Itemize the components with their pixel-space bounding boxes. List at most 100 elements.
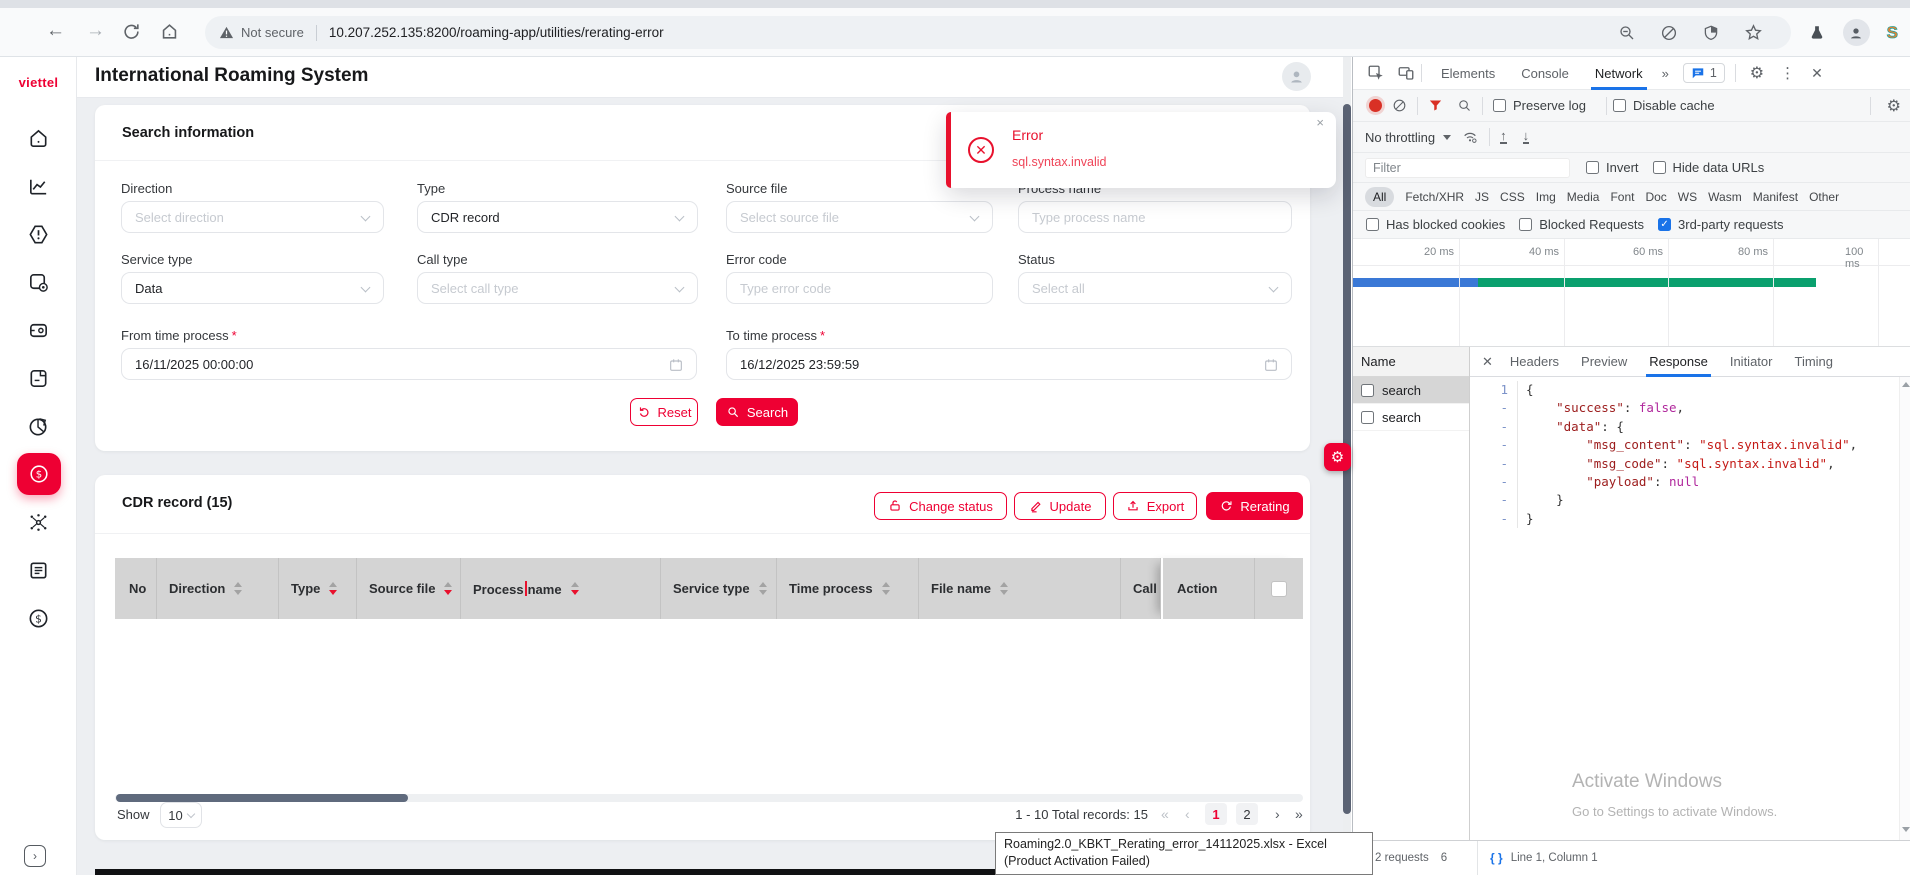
request-row-search[interactable]: search [1353, 404, 1469, 431]
forward-icon[interactable]: → [86, 20, 105, 42]
resource-filter-all[interactable]: All [1365, 187, 1394, 207]
sidebar-alert-icon[interactable] [0, 223, 77, 246]
url-bar[interactable]: Not secure 10.207.252.135:8200/roaming-a… [205, 16, 1791, 49]
device-toolbar-icon[interactable] [1397, 64, 1415, 82]
sidebar-collapse-button[interactable]: › [24, 845, 46, 867]
resource-filter-css[interactable]: CSS [1500, 190, 1525, 204]
column-header-service-type[interactable]: Service type [661, 558, 777, 619]
more-tabs-icon[interactable]: » [1662, 57, 1669, 90]
url-text[interactable]: 10.207.252.135:8200/roaming-app/utilitie… [329, 25, 664, 40]
shield-icon[interactable] [1702, 24, 1720, 42]
extension-flask-icon[interactable] [1808, 24, 1826, 42]
resource-filter-font[interactable]: Font [1610, 190, 1634, 204]
sidebar-document-icon[interactable] [0, 367, 77, 390]
preserve-log-checkbox[interactable] [1493, 99, 1506, 112]
resource-filter-manifest[interactable]: Manifest [1753, 190, 1798, 204]
clear-icon[interactable] [1392, 98, 1407, 113]
scrollbar-thumb[interactable] [116, 794, 408, 802]
prev-page-button[interactable]: ‹ [1185, 806, 1190, 822]
import-har-icon[interactable]: ↑ [1500, 130, 1507, 144]
network-filter-input[interactable] [1365, 158, 1570, 178]
column-header-process-name[interactable]: Processname [461, 558, 661, 619]
column-header-direction[interactable]: Direction [157, 558, 279, 619]
sort-icons[interactable] [759, 582, 767, 595]
resource-filter-wasm[interactable]: Wasm [1708, 190, 1742, 204]
error-code-input[interactable]: Type error code [726, 272, 993, 304]
next-page-button[interactable]: › [1275, 806, 1280, 822]
back-icon[interactable]: ← [46, 20, 65, 42]
change-status-button[interactable]: Change status [874, 492, 1007, 520]
network-conditions-icon[interactable] [1461, 129, 1479, 145]
resource-filter-ws[interactable]: WS [1678, 190, 1697, 204]
from-time-input[interactable]: 16/11/2025 00:00:00 [121, 348, 697, 380]
sidebar-revenue-icon[interactable]: $ [0, 607, 77, 630]
toast-close-icon[interactable]: × [1316, 115, 1324, 130]
sidebar-home-icon[interactable] [0, 127, 77, 150]
user-avatar[interactable] [1282, 62, 1311, 91]
column-header-checkbox[interactable] [1255, 558, 1303, 619]
sort-icons[interactable] [444, 582, 452, 595]
status-select[interactable]: Select all [1018, 272, 1292, 304]
browser-profile-avatar[interactable] [1843, 19, 1870, 46]
request-checkbox[interactable] [1361, 384, 1374, 397]
column-header-source-file[interactable]: Source file [357, 558, 461, 619]
detail-tab-timing[interactable]: Timing [1794, 347, 1833, 377]
selenium-extension-icon[interactable]: S [1887, 23, 1898, 43]
sidebar-wallet-icon[interactable] [0, 319, 77, 342]
record-icon[interactable] [1369, 99, 1382, 112]
type-select[interactable]: CDR record [417, 201, 698, 233]
has-blocked-cookies-checkbox[interactable] [1366, 218, 1379, 231]
devtools-tab-console[interactable]: Console [1521, 57, 1569, 90]
page-1-button[interactable]: 1 [1205, 803, 1227, 825]
blocked-requests-checkbox[interactable] [1519, 218, 1532, 231]
page-2-button[interactable]: 2 [1236, 803, 1258, 825]
resource-filter-fetch-xhr[interactable]: Fetch/XHR [1405, 190, 1464, 204]
sidebar-disc-icon[interactable] [0, 415, 77, 438]
resource-filter-doc[interactable]: Doc [1645, 190, 1666, 204]
request-row-search[interactable]: search [1353, 377, 1469, 404]
column-header-action[interactable]: Action [1163, 558, 1255, 619]
devtools-tab-network[interactable]: Network [1595, 57, 1643, 90]
sort-icons[interactable] [234, 582, 242, 595]
column-header-time-process[interactable]: Time process [777, 558, 919, 619]
response-scrollbar[interactable] [1899, 377, 1910, 840]
export-button[interactable]: Export [1113, 492, 1197, 520]
resource-filter-js[interactable]: JS [1475, 190, 1489, 204]
resource-filter-other[interactable]: Other [1809, 190, 1839, 204]
bookmark-star-icon[interactable] [1744, 23, 1763, 42]
horizontal-scrollbar[interactable] [115, 794, 1303, 802]
kebab-menu-icon[interactable]: ⋮ [1780, 64, 1795, 82]
column-header-type[interactable]: Type [279, 558, 357, 619]
sidebar-report-icon[interactable] [0, 559, 77, 582]
devtools-tab-elements[interactable]: Elements [1441, 57, 1495, 90]
sort-icons[interactable] [571, 582, 579, 595]
update-button[interactable]: Update [1014, 492, 1106, 520]
to-time-input[interactable]: 16/12/2025 23:59:59 [726, 348, 1292, 380]
sort-icons[interactable] [329, 582, 337, 595]
calendar-icon[interactable] [1263, 357, 1279, 373]
sort-icons[interactable] [882, 582, 890, 595]
first-page-button[interactable]: « [1161, 806, 1169, 822]
last-page-button[interactable]: » [1295, 806, 1303, 822]
resource-filter-img[interactable]: Img [1536, 190, 1556, 204]
inspect-element-icon[interactable] [1367, 64, 1385, 82]
reset-button[interactable]: Reset [630, 398, 698, 426]
floating-settings-button[interactable]: ⚙ [1324, 443, 1351, 471]
network-search-icon[interactable] [1457, 98, 1472, 113]
process-name-input[interactable]: Type process name [1018, 201, 1292, 233]
requests-name-header[interactable]: Name [1353, 347, 1469, 377]
content-blocked-icon[interactable] [1660, 24, 1678, 42]
devtools-close-icon[interactable]: ✕ [1811, 65, 1823, 82]
rerating-button[interactable]: Rerating [1206, 492, 1303, 520]
detail-tab-initiator[interactable]: Initiator [1730, 347, 1773, 377]
search-button[interactable]: Search [716, 398, 798, 426]
detail-tab-preview[interactable]: Preview [1581, 347, 1627, 377]
devtools-settings-icon[interactable]: ⚙ [1750, 63, 1764, 83]
hide-data-urls-checkbox[interactable] [1653, 161, 1666, 174]
calendar-icon[interactable] [668, 357, 684, 373]
scroll-down-icon[interactable] [1902, 827, 1910, 832]
service-type-select[interactable]: Data [121, 272, 384, 304]
zoom-out-icon[interactable] [1618, 24, 1636, 42]
network-overview-timeline[interactable]: 20 ms40 ms60 ms80 ms100 ms [1353, 239, 1910, 347]
close-detail-icon[interactable]: ✕ [1482, 354, 1493, 370]
